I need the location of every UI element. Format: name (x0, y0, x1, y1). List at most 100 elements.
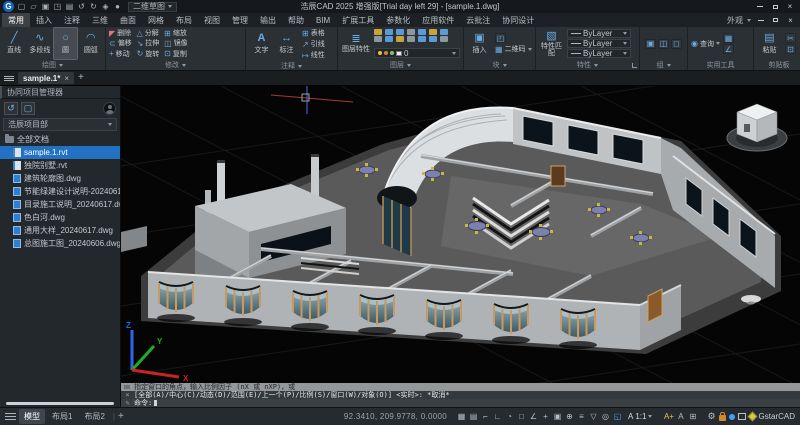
ribbon-tab[interactable]: 布局 (170, 13, 198, 27)
close-button[interactable]: × (783, 1, 797, 12)
panel-label-layers[interactable]: 图层 (338, 60, 463, 70)
layer-tool-icon[interactable] (407, 29, 415, 35)
annotate-small-button[interactable]: ↦ 线性 (302, 50, 325, 60)
snap-cursor-icon[interactable]: ⌐ (480, 411, 491, 423)
copy-icon[interactable]: ⊡ (785, 44, 796, 54)
minimize-button[interactable] (753, 1, 767, 12)
layer-tool-icon[interactable] (440, 29, 448, 35)
lineweight-icon[interactable]: ≡ (576, 411, 587, 423)
layer-tool-icon[interactable] (396, 36, 404, 42)
viewcube[interactable] (727, 104, 787, 151)
file-item[interactable]: 建筑轮廓图.dwg (0, 172, 120, 185)
document-tab[interactable]: sample.1* × (18, 72, 74, 84)
annotation-visibility-icon[interactable]: A (675, 411, 686, 423)
close-tab-icon[interactable]: × (64, 74, 69, 83)
modify-tool-button[interactable]: ◫ 镜像 (164, 38, 188, 48)
doc-minimize-button[interactable] (755, 15, 766, 25)
bylayer-select[interactable]: ByLayer (567, 49, 631, 58)
tree-root-folder[interactable]: 全部文档 (0, 133, 120, 146)
ribbon-tab[interactable]: BIM (310, 13, 336, 27)
ortho-icon[interactable]: ∟ (492, 411, 503, 423)
file-item[interactable]: sample.1.rvt (0, 146, 120, 159)
paste-button[interactable]: ▤ 粘贴 (757, 28, 782, 59)
qrcode-button[interactable]: ▦ 二维码 (495, 44, 532, 54)
ribbon-tab[interactable]: 协同设计 (496, 13, 540, 27)
selection-cycling-icon[interactable]: ◎ (600, 411, 611, 423)
viewport-canvas[interactable]: Z Y X (121, 86, 800, 383)
group-ungroup-icon[interactable]: ◻ (671, 39, 682, 49)
undo-icon[interactable]: ↺ (76, 1, 87, 12)
ribbon-tab[interactable]: 常用 (2, 13, 30, 27)
settings-gear-icon[interactable]: ⚙ (707, 411, 715, 422)
ribbon-tab[interactable]: 视图 (198, 13, 226, 27)
bylayer-select[interactable]: ByLayer (567, 29, 631, 38)
draw-tool-button[interactable]: ╱ 直线 (3, 28, 25, 59)
grid-icon[interactable]: ▦ (456, 411, 467, 423)
annotation-scale-select[interactable]: A 1:1 (626, 412, 654, 421)
layer-tool-icon[interactable] (418, 36, 426, 42)
panel-label-draw[interactable]: 绘图 (0, 60, 105, 70)
layer-tool-icon[interactable] (385, 36, 393, 42)
isolate-objects-icon[interactable] (729, 414, 735, 420)
annotate-small-button[interactable]: ⊞ 表格 (302, 28, 325, 38)
clean-screen-icon[interactable] (738, 413, 746, 420)
file-item[interactable]: 总图施工图_20240606.dwg (0, 237, 120, 250)
new-layout-button[interactable]: + (118, 412, 124, 422)
layer-properties-button[interactable]: ≣ 图层特性 (341, 28, 371, 59)
new-file-icon[interactable]: ▢ (16, 1, 27, 12)
modify-tool-button[interactable]: ⊞ 缩放 (164, 28, 188, 38)
workspace-select[interactable]: 二维草图 (128, 2, 177, 12)
layer-select[interactable]: 0 (374, 48, 460, 58)
file-item[interactable]: 独院别墅.rvt (0, 159, 120, 172)
panel-label-block[interactable]: 块 (464, 60, 535, 70)
object-snap-3d-icon[interactable]: ▣ (552, 411, 563, 423)
save-icon[interactable]: ▣ (40, 1, 51, 12)
polar-tracking-icon[interactable]: ◔ (504, 411, 515, 423)
annotate-tool-button[interactable]: ↔ 标注 (274, 28, 299, 60)
message-icon[interactable]: ● (112, 1, 123, 12)
appearance-menu[interactable]: 外观 (727, 15, 743, 26)
command-input[interactable]: ✎ 命令: (121, 399, 800, 407)
layer-tool-icon[interactable] (385, 29, 393, 35)
drag-grip-icon[interactable] (124, 385, 130, 389)
new-document-button[interactable]: ▢ (21, 102, 35, 115)
match-properties-button[interactable]: ▧ 特性匹配 (539, 28, 564, 59)
transparency-icon[interactable]: ▽ (588, 411, 599, 423)
close-command-icon[interactable]: × (123, 391, 132, 399)
ribbon-tab[interactable]: 应用软件 (416, 13, 460, 27)
cut-icon[interactable]: ✂ (785, 33, 796, 43)
file-item[interactable]: 目录施工说明_20240617.dwg (0, 198, 120, 211)
ribbon-tab[interactable]: 输出 (254, 13, 282, 27)
ribbon-tab[interactable]: 曲面 (114, 13, 142, 27)
layer-tool-icon[interactable] (374, 29, 382, 35)
project-select[interactable]: 浩辰项目部 (3, 118, 117, 131)
ribbon-tab[interactable]: 云批注 (460, 13, 496, 27)
snap-tracking-icon[interactable]: + (540, 411, 551, 423)
restore-button[interactable] (768, 1, 782, 12)
ui-lock-icon[interactable] (719, 415, 726, 421)
modify-tool-button[interactable]: ↻ 旋转 (137, 49, 161, 59)
annotate-tool-button[interactable]: A 文字 (249, 28, 274, 60)
layer-tool-icon[interactable] (418, 29, 426, 35)
open-folder-icon[interactable]: ▱ (28, 1, 39, 12)
file-item[interactable]: 节能绿建设计说明-20240612.d (0, 185, 120, 198)
dynamic-input-icon[interactable]: ⊕ (564, 411, 575, 423)
calculator-icon[interactable]: ▦ (723, 33, 734, 43)
layer-tool-icon[interactable] (440, 36, 448, 42)
modify-tool-button[interactable]: ⊡ 复制 (164, 49, 188, 59)
create-block-icon[interactable]: ◰ (495, 33, 506, 43)
draw-tool-button[interactable]: ◠ 圆弧 (80, 28, 102, 59)
layout-tab[interactable]: 布局2 (79, 409, 109, 424)
ribbon-tab[interactable]: 帮助 (282, 13, 310, 27)
sync-button[interactable]: ↺ (4, 102, 18, 115)
quick-properties-icon[interactable]: ⊞ (687, 411, 698, 423)
horizontal-scrollbar[interactable] (6, 402, 114, 405)
layer-tool-icon[interactable] (374, 36, 382, 42)
ribbon-tab[interactable]: 注释 (58, 13, 86, 27)
file-item[interactable]: 通用大样_20240617.dwg (0, 224, 120, 237)
panel-label-properties[interactable]: 特性 (536, 60, 639, 70)
user-avatar[interactable] (103, 102, 116, 115)
ribbon-tab[interactable]: 网格 (142, 13, 170, 27)
print-icon[interactable]: ▤ (64, 1, 75, 12)
group-create-icon[interactable]: ▣ (645, 39, 656, 49)
